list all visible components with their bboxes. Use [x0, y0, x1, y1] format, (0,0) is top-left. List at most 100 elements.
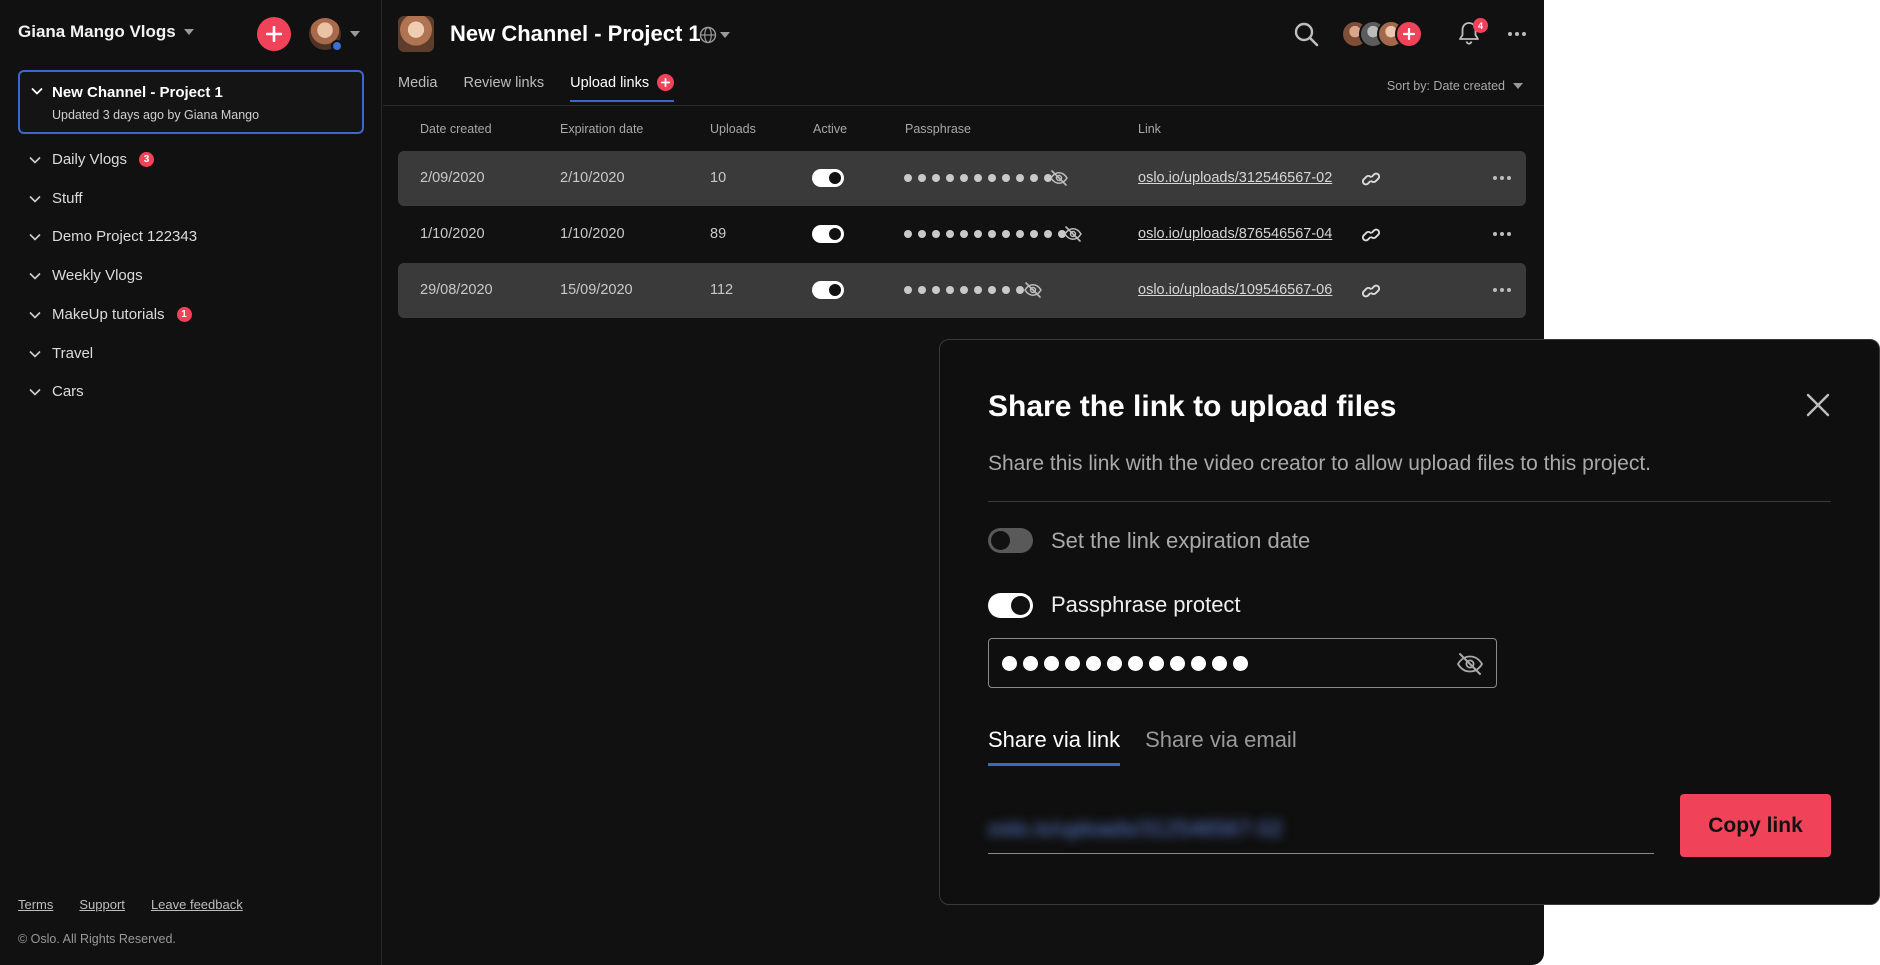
passphrase-dot [1030, 174, 1038, 182]
project-thumbnail [398, 16, 434, 52]
eye-off-icon[interactable] [1063, 224, 1083, 244]
passphrase-dot [1212, 656, 1227, 671]
passphrase-dots [904, 230, 1066, 238]
upload-link[interactable]: oslo.io/uploads/876546567-04 [1138, 226, 1332, 242]
column-uploads[interactable]: Uploads [710, 122, 756, 136]
table-row[interactable]: 1/10/2020 1/10/2020 89 oslo.io/uploads/8… [398, 207, 1526, 262]
passphrase-dot [932, 286, 940, 294]
modal-subtitle: Share this link with the video creator t… [988, 452, 1652, 475]
folder-demo-project[interactable]: Demo Project 122343 [28, 228, 197, 245]
tab-share-via-email[interactable]: Share via email [1145, 727, 1297, 766]
caret-down-icon [1513, 83, 1523, 89]
user-avatar[interactable] [309, 18, 343, 52]
tab-share-via-link[interactable]: Share via link [988, 727, 1121, 766]
folder-daily-vlogs[interactable]: Daily Vlogs 3 [28, 151, 155, 168]
more-options-icon[interactable] [1492, 171, 1512, 185]
passphrase-dot [1044, 230, 1052, 238]
uploads-cell: 10 [710, 170, 727, 186]
share-link-field[interactable]: oslo.io/uploads/312546567-02 [988, 802, 1654, 854]
table-row[interactable]: 2/09/2020 2/10/2020 10 oslo.io/uploads/3… [398, 151, 1526, 206]
copy-link-button[interactable]: Copy link [1680, 794, 1831, 857]
passphrase-dot [932, 230, 940, 238]
passphrase-dots [904, 174, 1052, 182]
uploads-cell: 112 [710, 282, 734, 298]
passphrase-dot [918, 286, 926, 294]
active-toggle[interactable] [812, 169, 844, 187]
project-name: New Channel - Project 1 [52, 84, 223, 101]
column-passphrase[interactable]: Passphrase [905, 122, 971, 136]
collaborators[interactable] [1341, 20, 1431, 48]
add-collaborator-button[interactable] [1395, 20, 1423, 48]
passphrase-dot [1002, 656, 1017, 671]
tab-label: Media [398, 74, 438, 91]
folder-travel[interactable]: Travel [28, 345, 93, 362]
more-options-icon[interactable] [1492, 227, 1512, 241]
column-link[interactable]: Link [1138, 122, 1161, 136]
globe-icon [699, 26, 717, 44]
share-upload-link-modal: Share the link to upload files Share thi… [939, 339, 1880, 905]
folder-cars[interactable]: Cars [28, 383, 84, 400]
active-toggle[interactable] [812, 225, 844, 243]
column-date-created[interactable]: Date created [420, 122, 492, 136]
expiration-date-cell: 15/09/2020 [560, 282, 633, 298]
folder-label: Weekly Vlogs [52, 267, 143, 284]
date-created-cell: 29/08/2020 [420, 282, 493, 298]
more-options-icon[interactable] [1492, 283, 1512, 297]
date-created-cell: 1/10/2020 [420, 226, 485, 242]
passphrase-dot [1002, 174, 1010, 182]
passphrase-dot [918, 174, 926, 182]
tab-media[interactable]: Media [398, 74, 438, 101]
table-row[interactable]: 29/08/2020 15/09/2020 112 oslo.io/upload… [398, 263, 1526, 318]
terms-link[interactable]: Terms [18, 897, 53, 912]
support-link[interactable]: Support [79, 897, 125, 912]
visibility-dropdown[interactable] [699, 26, 730, 44]
link-icon[interactable] [1362, 281, 1380, 301]
expiration-date-cell: 2/10/2020 [560, 170, 625, 186]
upload-link[interactable]: oslo.io/uploads/312546567-02 [1138, 170, 1332, 186]
link-icon[interactable] [1362, 225, 1380, 245]
chevron-down-icon[interactable] [30, 84, 44, 98]
more-options-icon[interactable] [1507, 26, 1527, 42]
add-project-button[interactable] [257, 17, 291, 51]
expiration-date-toggle[interactable] [988, 528, 1033, 553]
link-icon[interactable] [1362, 169, 1380, 189]
close-icon[interactable] [1805, 392, 1831, 418]
sidebar: Giana Mango Vlogs New Channel - Project … [0, 0, 382, 965]
caret-down-icon[interactable] [350, 31, 360, 37]
tab-review-links[interactable]: Review links [464, 74, 545, 101]
workspace-switcher[interactable]: Giana Mango Vlogs [18, 22, 194, 42]
chevron-down-icon [29, 195, 41, 203]
sort-dropdown[interactable]: Sort by: Date created [1387, 79, 1523, 93]
current-project-card[interactable]: New Channel - Project 1 Updated 3 days a… [18, 70, 364, 134]
folder-stuff[interactable]: Stuff [28, 190, 83, 207]
chevron-down-icon [29, 388, 41, 396]
tab-upload-links[interactable]: Upload links [570, 74, 675, 102]
notification-badge: 4 [1473, 18, 1488, 33]
passphrase-dot [988, 230, 996, 238]
passphrase-dot [974, 230, 982, 238]
upload-link[interactable]: oslo.io/uploads/109546567-06 [1138, 282, 1332, 298]
modal-divider [988, 501, 1831, 502]
column-expiration-date[interactable]: Expiration date [560, 122, 643, 136]
folder-weekly-vlogs[interactable]: Weekly Vlogs [28, 267, 143, 284]
column-active[interactable]: Active [813, 122, 847, 136]
add-upload-link-button[interactable] [657, 74, 675, 91]
active-toggle[interactable] [812, 281, 844, 299]
expiration-date-cell: 1/10/2020 [560, 226, 625, 242]
passphrase-input[interactable] [988, 638, 1497, 688]
passphrase-dot [1233, 656, 1248, 671]
passphrase-dot [1128, 656, 1143, 671]
passphrase-dot [1044, 656, 1059, 671]
feedback-link[interactable]: Leave feedback [151, 897, 243, 912]
passphrase-dot [1030, 230, 1038, 238]
eye-off-icon[interactable] [1456, 651, 1484, 677]
eye-off-icon[interactable] [1023, 280, 1043, 300]
eye-off-icon[interactable] [1049, 168, 1069, 188]
uploads-cell: 89 [710, 226, 727, 242]
caret-down-icon [183, 29, 194, 35]
passphrase-protect-toggle[interactable] [988, 593, 1033, 618]
folder-makeup-tutorials[interactable]: MakeUp tutorials 1 [28, 306, 192, 323]
passphrase-value [1002, 656, 1248, 671]
search-icon[interactable] [1293, 21, 1319, 47]
passphrase-dots [904, 286, 1024, 294]
